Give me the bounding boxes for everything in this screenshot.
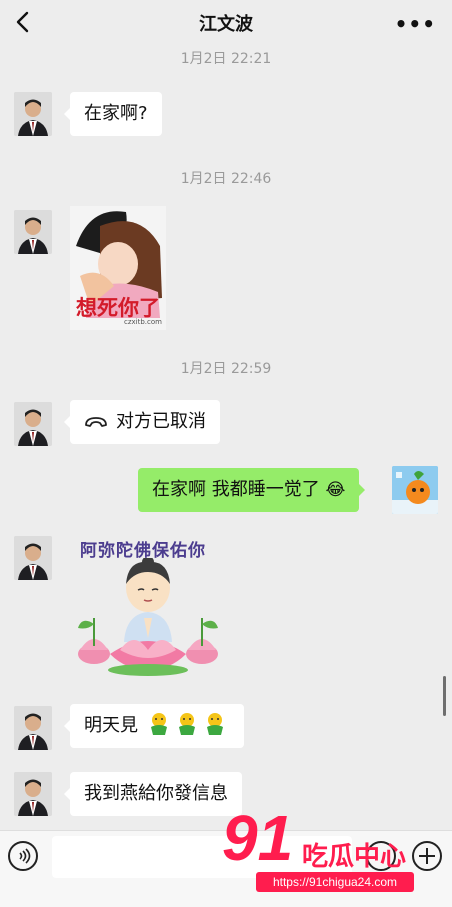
contact-avatar[interactable]	[14, 210, 52, 254]
message-text: 我到燕給你發信息	[84, 783, 228, 804]
message-bubble[interactable]: 在家啊?	[64, 92, 162, 136]
contact-avatar[interactable]	[14, 536, 52, 580]
my-message-bubble[interactable]: 在家啊 我都睡一觉了 😂	[138, 468, 366, 512]
contact-avatar[interactable]	[14, 706, 52, 750]
plus-icon[interactable]	[412, 841, 442, 871]
message-bubble[interactable]: 我到燕給你發信息	[64, 772, 242, 816]
sticker-image[interactable]: 想死你了 czxitb.com	[70, 206, 166, 330]
contact-avatar[interactable]	[14, 92, 52, 136]
watermark-logo-number: 91	[222, 802, 294, 874]
watermark-logo-name: 吃瓜中心	[302, 842, 407, 872]
green-flower-emoji-icon	[150, 713, 223, 735]
sticker-credit: czxitb.com	[124, 318, 162, 326]
title-bar: 江文波 •••	[0, 0, 452, 46]
my-avatar[interactable]	[392, 466, 438, 514]
contact-avatar[interactable]	[14, 402, 52, 446]
call-cancelled-bubble[interactable]: 对方已取消	[64, 400, 220, 444]
watermark-url: https://91chigua24.com	[256, 872, 414, 892]
contact-avatar[interactable]	[14, 772, 52, 816]
sticker-image[interactable]: 阿弥陀佛保佑你	[70, 532, 226, 678]
voice-icon[interactable]	[8, 841, 38, 871]
more-options-button[interactable]: •••	[395, 12, 436, 36]
message-text: 明天見	[84, 715, 138, 736]
laughing-tears-emoji: 😂	[325, 480, 346, 500]
message-text: 对方已取消	[116, 411, 206, 432]
scrollbar-thumb[interactable]	[443, 676, 446, 716]
message-bubble[interactable]: 明天見	[64, 704, 244, 748]
timestamp: 1月2日 22:21	[180, 51, 272, 67]
message-text: 在家啊 我都睡一觉了	[152, 479, 320, 500]
phone-hangup-icon	[85, 417, 107, 427]
timestamp: 1月2日 22:59	[180, 361, 272, 377]
timestamp: 1月2日 22:46	[180, 171, 272, 187]
chat-title: 江文波	[199, 14, 253, 35]
message-text: 在家啊?	[84, 103, 148, 124]
